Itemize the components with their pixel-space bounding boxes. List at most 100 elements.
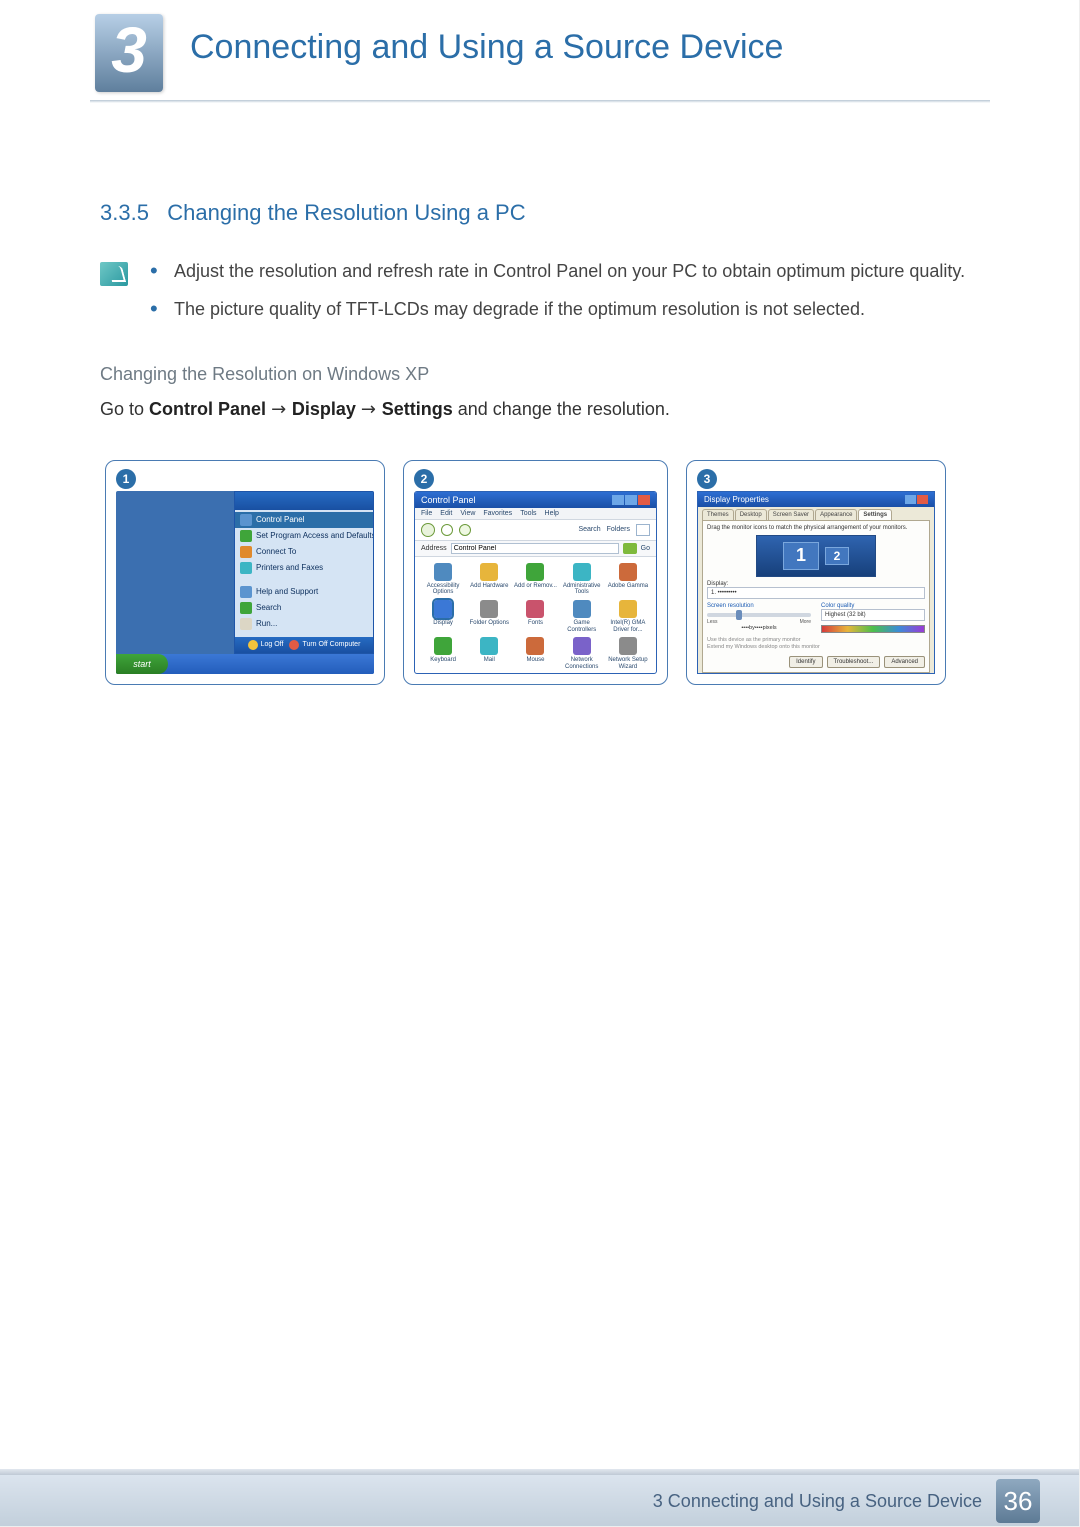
step-card-3: 3 Display Properties Themes Desktop Scre… [686,460,946,685]
display-select[interactable]: 1. ••••••••• [707,587,925,599]
menu-item-label: Set Program Access and Defaults [256,531,373,540]
menu-tools[interactable]: Tools [520,510,536,517]
close-button[interactable] [917,495,928,504]
page-number-badge: 36 [996,1479,1040,1523]
go-button[interactable] [623,543,637,554]
path-step: Control Panel [149,399,266,419]
control-panel-item[interactable]: Adobe Gamma [606,563,650,596]
page-header: 3 Connecting and Using a Source Device [0,0,1080,115]
views-button[interactable] [636,524,650,536]
chapter-number: 3 [111,18,147,82]
item-icon [434,637,452,655]
note-icon [100,262,128,286]
item-label: Fonts [528,620,543,632]
tab-settings[interactable]: Settings [858,509,892,520]
forward-button[interactable] [441,524,453,536]
help-button[interactable] [905,495,916,504]
item-label: Accessibility Options [421,583,465,596]
resolution-slider[interactable] [707,613,811,617]
menu-item[interactable]: Printers and Faxes [235,560,373,576]
menu-item-label: Help and Support [256,587,318,596]
folders-label[interactable]: Folders [607,526,630,533]
control-panel-item[interactable]: Mouse [513,637,557,670]
menu-item-control-panel[interactable]: Control Panel [235,512,373,528]
item-icon [619,600,637,618]
extend-desktop-checkbox[interactable]: Extend my Windows desktop onto this moni… [707,644,925,652]
item-label: Mouse [526,657,544,669]
step-badge: 3 [697,469,717,489]
content-area: 3.3.5 Changing the Resolution Using a PC… [0,115,1080,685]
menu-item[interactable]: Search [235,600,373,616]
note-item: Adjust the resolution and refresh rate i… [150,258,965,286]
control-panel-item[interactable]: Game Controllers [560,600,604,633]
resolution-label: Screen resolution [707,603,811,609]
menu-view[interactable]: View [460,510,475,517]
window-titlebar: Control Panel [415,492,656,508]
control-panel-item[interactable]: Keyboard [421,637,465,670]
item-icon [573,600,591,618]
tab-screensaver[interactable]: Screen Saver [768,509,814,520]
step-card-1: 1 All Programs Control Panel Set Program… [105,460,385,685]
tab-themes[interactable]: Themes [702,509,734,520]
back-button[interactable] [421,523,435,537]
menu-item[interactable]: Run... [235,616,373,632]
control-panel-item[interactable]: Accessibility Options [421,563,465,596]
display-icon[interactable]: Display [421,600,465,633]
tab-appearance[interactable]: Appearance [815,509,857,520]
step-badge: 2 [414,469,434,489]
address-input[interactable] [451,543,619,554]
run-icon [240,618,252,630]
path-step: Settings [382,399,453,419]
item-label: Game Controllers [560,620,604,633]
up-button[interactable] [459,524,471,536]
resolution-group: Screen resolution Less More ••••by••••pi… [707,603,811,633]
control-panel-item[interactable]: Administrative Tools [560,563,604,596]
item-icon [480,563,498,581]
menu-item[interactable]: Set Program Access and Defaults [235,528,373,544]
toolbar: Search Folders [415,520,656,541]
instruction-line: Go to Control Panel → Display → Settings… [100,399,980,420]
item-label: Keyboard [430,657,456,669]
menu-edit[interactable]: Edit [440,510,452,517]
primary-monitor-checkbox[interactable]: Use this device as the primary monitor [707,637,925,645]
menu-help[interactable]: Help [545,510,559,517]
menu-item[interactable]: Help and Support [235,584,373,600]
footer-divider [0,1469,1080,1475]
close-button[interactable] [638,495,650,505]
advanced-button[interactable]: Advanced [884,656,925,668]
item-icon [573,563,591,581]
menu-file[interactable]: File [421,510,432,517]
monitor-1[interactable]: 1 [783,542,819,570]
control-panel-item[interactable]: Folder Options [467,600,511,633]
power-icon [289,640,299,650]
control-panel-item[interactable]: Network Setup Wizard [606,637,650,670]
control-panel-item[interactable]: Intel(R) GMA Driver for... [606,600,650,633]
minimize-button[interactable] [612,495,624,505]
item-icon [480,637,498,655]
control-panel-item[interactable]: Network Connections [560,637,604,670]
troubleshoot-button[interactable]: Troubleshoot... [827,656,881,668]
menu-favorites[interactable]: Favorites [483,510,512,517]
item-icon [434,563,452,581]
control-panel-icons: Accessibility OptionsAdd HardwareAdd or … [415,557,656,673]
tab-desktop[interactable]: Desktop [735,509,767,520]
control-panel-item[interactable]: Add or Remov... [513,563,557,596]
maximize-button[interactable] [625,495,637,505]
monitor-2[interactable]: 2 [825,547,849,565]
search-label[interactable]: Search [578,526,600,533]
slider-thumb[interactable] [736,610,742,620]
logoff-button[interactable]: Log Off [248,640,284,650]
monitor-arrangement[interactable]: 1 2 [756,535,876,577]
control-panel-window: Control Panel File Edit View Favorites T… [414,491,657,674]
control-panel-item[interactable]: Fonts [513,600,557,633]
identify-button[interactable]: Identify [789,656,822,668]
window-titlebar: Display Properties [698,492,934,507]
control-panel-item[interactable]: Mail [467,637,511,670]
turnoff-button[interactable]: Turn Off Computer [289,640,360,650]
color-quality-select[interactable]: Highest (32 bit) [821,609,925,621]
display-properties-window: Display Properties Themes Desktop Screen… [697,491,935,674]
start-button[interactable]: start [116,654,168,674]
information-block: Adjust the resolution and refresh rate i… [100,258,980,334]
control-panel-item[interactable]: Add Hardware [467,563,511,596]
menu-item[interactable]: Connect To [235,544,373,560]
